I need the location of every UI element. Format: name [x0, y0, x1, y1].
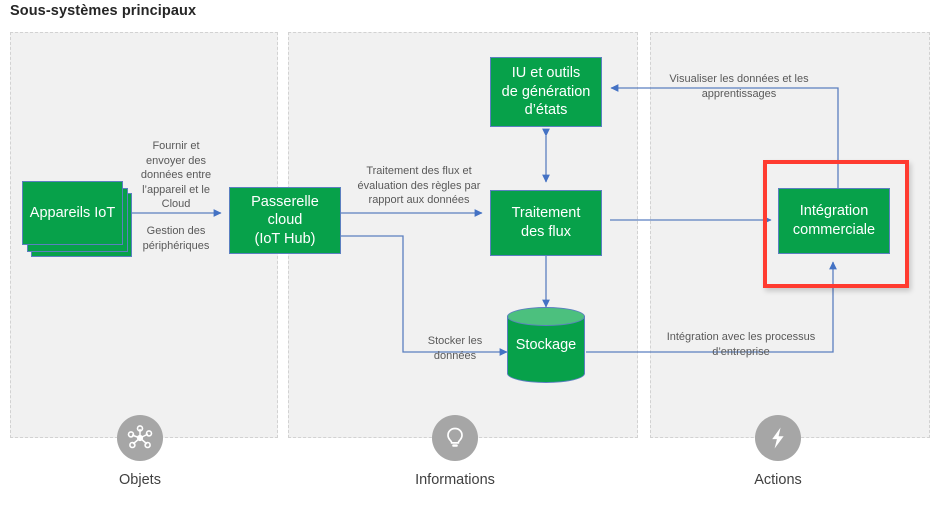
- lightbulb-icon-glyph: [447, 427, 463, 447]
- diagram-canvas: Sous-systèmes principaux Appareils IoT P…: [0, 0, 940, 509]
- node-passerelle-cloud-line1: Passerelle: [251, 193, 319, 210]
- connector-label-fournir-envoyer: Fournir et envoyer des données entre l’a…: [134, 139, 218, 212]
- lightning-bolt-icon: [755, 415, 801, 461]
- category-label-objets-text: Objets: [119, 472, 161, 488]
- category-label-informations: Informations: [375, 472, 535, 488]
- node-traitement-line1: Traitement: [511, 205, 581, 222]
- node-passerelle-cloud-line3: (IoT Hub): [254, 230, 316, 247]
- node-integration-line1: Intégration: [799, 203, 869, 220]
- connector-label-integration-processus-text: Intégration avec les processus d’entrepr…: [666, 331, 816, 358]
- category-label-informations-text: Informations: [415, 472, 495, 488]
- connector-label-gestion-peripheriques: Gestion des périphériques: [132, 224, 220, 253]
- connector-label-stocker-donnees: Stocker les données: [413, 334, 497, 363]
- connector-label-visualiser-donnees: Visualiser les données et les apprentiss…: [646, 72, 832, 101]
- connector-label-integration-processus: Intégration avec les processus d’entrepr…: [646, 330, 836, 359]
- node-traitement-des-flux[interactable]: Traitement des flux: [490, 190, 602, 256]
- node-integration-commerciale[interactable]: Intégration commerciale: [778, 188, 890, 254]
- node-iu-line1: IU et outils: [511, 65, 581, 82]
- node-traitement-line2: des flux: [521, 224, 571, 240]
- node-iu-line2: de génération: [501, 83, 591, 100]
- node-appareils-iot-label: Appareils IoT: [29, 204, 116, 221]
- node-appareils-iot[interactable]: Appareils IoT: [22, 181, 123, 245]
- node-iu-outils-generation-etats[interactable]: IU et outils de génération d’états: [490, 57, 602, 127]
- connector-label-fournir-envoyer-text: Fournir et envoyer des données entre l’a…: [140, 140, 212, 211]
- category-label-objets: Objets: [60, 472, 220, 488]
- lightbulb-icon: [432, 415, 478, 461]
- connector-label-traitement-regles-text: Traitement des flux et évaluation des rè…: [357, 165, 481, 207]
- network-hub-icon: [117, 415, 163, 461]
- network-hub-icon-glyph: [127, 425, 153, 449]
- connector-label-traitement-regles: Traitement des flux et évaluation des rè…: [347, 164, 491, 208]
- node-iu-line3: d’états: [524, 102, 568, 119]
- connector-label-stocker-donnees-text: Stocker les données: [427, 335, 483, 362]
- lightning-bolt-icon-glyph: [772, 427, 784, 449]
- connector-label-visualiser-donnees-text: Visualiser les données et les apprentiss…: [669, 73, 809, 100]
- node-integration-line2: commerciale: [792, 222, 876, 238]
- category-label-actions: Actions: [698, 472, 858, 488]
- node-stockage[interactable]: Stockage: [507, 307, 585, 383]
- category-label-actions-text: Actions: [754, 472, 802, 488]
- node-passerelle-cloud-line2: cloud: [267, 212, 303, 229]
- node-stockage-label: Stockage: [515, 337, 577, 353]
- node-passerelle-cloud[interactable]: Passerelle cloud (IoT Hub): [229, 187, 341, 254]
- connector-label-gestion-peripheriques-text: Gestion des périphériques: [142, 225, 210, 252]
